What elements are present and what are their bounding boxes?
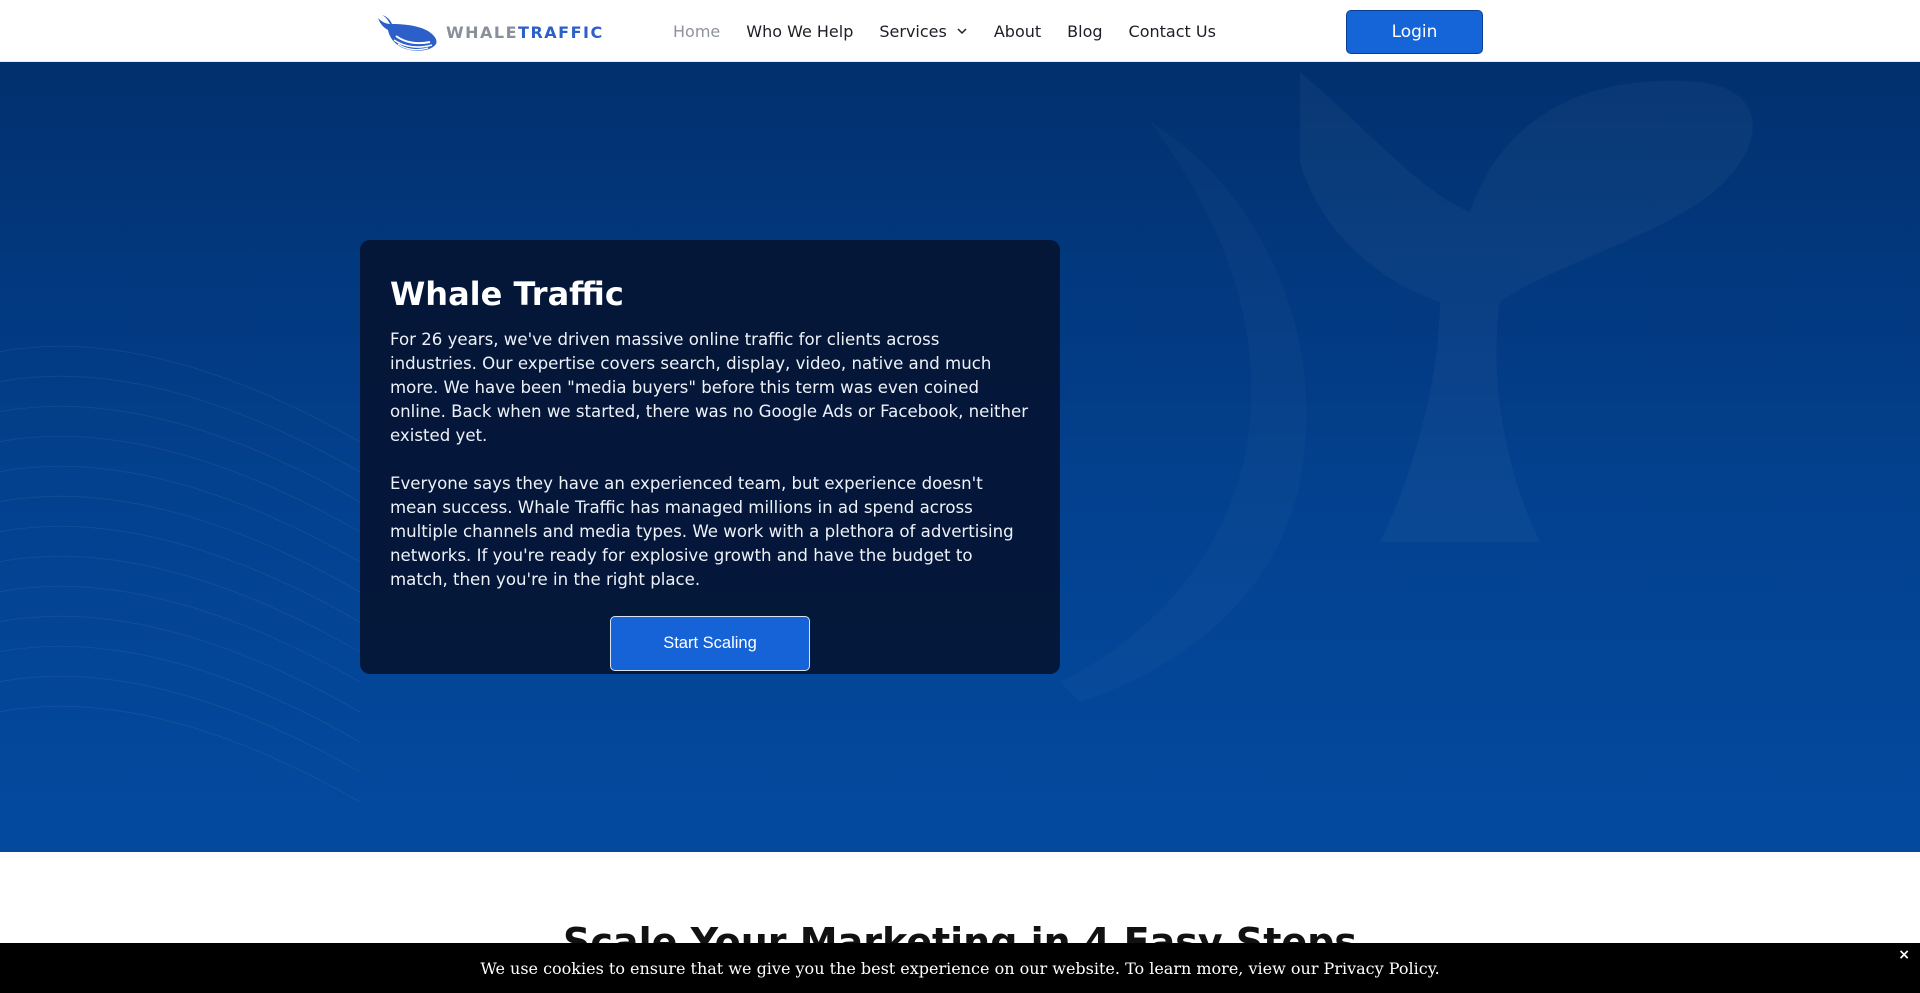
- logo-word-whale: WHALE: [446, 22, 519, 42]
- cta-wrapper: Start Scaling: [390, 616, 1030, 671]
- nav-contact-us-label: Contact Us: [1128, 21, 1216, 41]
- whale-traffic-logo[interactable]: WHALETRAFFIC: [376, 12, 604, 52]
- nav-home-label: Home: [673, 21, 721, 41]
- main-nav: Home Who We Help Services About Blog Con…: [673, 0, 1242, 62]
- logo-word-traffic: TRAFFIC: [518, 22, 604, 42]
- nav-item-who-we-help[interactable]: Who We Help: [746, 22, 853, 41]
- hero-card: Whale Traffic For 26 years, we've driven…: [360, 240, 1060, 674]
- nav-item-contact-us[interactable]: Contact Us: [1129, 22, 1216, 41]
- site-header: WHALETRAFFIC Home Who We Help Services A…: [0, 0, 1920, 62]
- nav-item-home[interactable]: Home: [673, 22, 720, 41]
- hero-paragraph-2: Everyone says they have an experienced t…: [390, 474, 1014, 589]
- hero-section: Whale Traffic For 26 years, we've driven…: [0, 62, 1920, 852]
- nav-item-about[interactable]: About: [994, 22, 1041, 41]
- hero-title: Whale Traffic: [390, 275, 624, 313]
- login-button[interactable]: Login: [1346, 10, 1483, 54]
- nav-about-label: About: [993, 21, 1042, 41]
- cookie-text: We use cookies to ensure that we give yo…: [480, 958, 1440, 978]
- nav-item-blog[interactable]: Blog: [1067, 22, 1102, 41]
- start-scaling-button[interactable]: Start Scaling: [610, 616, 810, 671]
- hero-paragraph-1: For 26 years, we've driven massive onlin…: [390, 330, 1029, 445]
- logo-wordmark: WHALETRAFFIC: [446, 23, 604, 42]
- nav-services-label: Services: [879, 21, 947, 41]
- cookie-banner: We use cookies to ensure that we give yo…: [0, 943, 1920, 993]
- whale-logo-icon: [378, 15, 437, 51]
- nav-blog-label: Blog: [1067, 21, 1103, 41]
- nav-item-services[interactable]: Services: [879, 22, 967, 41]
- close-icon[interactable]: ×: [1898, 947, 1910, 963]
- nav-who-we-help-label: Who We Help: [746, 21, 854, 41]
- chevron-down-icon: [957, 28, 967, 35]
